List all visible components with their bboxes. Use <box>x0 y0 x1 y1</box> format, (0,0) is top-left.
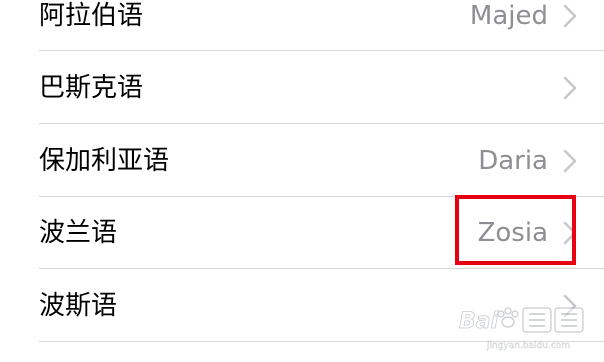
list-item-label: 保加利亚语 <box>39 146 170 176</box>
list-item-label: 波斯语 <box>39 291 118 321</box>
language-list: 阿拉伯语 Majed 巴斯克语 保加利亚语 Daria 波兰语 Zosia 波斯… <box>0 0 604 362</box>
divider <box>39 341 604 342</box>
list-item-arabic[interactable]: 阿拉伯语 Majed <box>0 0 604 53</box>
chevron-right-icon <box>562 149 578 173</box>
list-item-label: 波兰语 <box>39 218 118 248</box>
list-item-basque[interactable]: 巴斯克语 <box>0 51 604 124</box>
chevron-right-icon <box>562 294 578 318</box>
list-item-label: 巴斯克语 <box>39 73 144 103</box>
list-item-value: Daria <box>478 146 548 176</box>
chevron-right-icon <box>562 4 578 28</box>
chevron-right-icon <box>562 221 578 245</box>
chevron-right-icon <box>562 76 578 100</box>
list-item-value: Majed <box>469 1 548 31</box>
list-item-bulgarian[interactable]: 保加利亚语 Daria <box>0 124 604 197</box>
list-item-polish[interactable]: 波兰语 Zosia <box>0 197 604 270</box>
list-item-persian[interactable]: 波斯语 <box>0 269 604 342</box>
list-item-value: Zosia <box>477 218 548 248</box>
svg-text:jingyan.baidu.com: jingyan.baidu.com <box>486 341 570 351</box>
list-item-label: 阿拉伯语 <box>39 1 144 31</box>
